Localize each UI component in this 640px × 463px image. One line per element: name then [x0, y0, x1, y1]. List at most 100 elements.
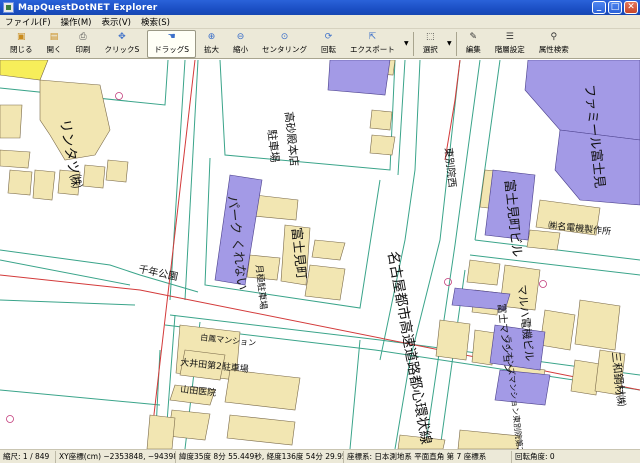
road-edge	[397, 60, 406, 176]
scale-readout: 縮尺: 1 / 849	[0, 450, 56, 463]
rotate-label: 回転	[321, 45, 337, 54]
toolbar-separator	[412, 31, 414, 56]
print-button[interactable]: ⎙ 印刷	[70, 30, 97, 58]
rotation-readout: 回転角度: 0	[515, 452, 555, 461]
export-dropdown-icon[interactable]: ▼	[403, 30, 410, 58]
zoom-out-label: 縮小	[233, 45, 249, 54]
layer-settings-label: 階層設定	[494, 45, 525, 54]
building-block	[0, 149, 31, 169]
select-dropdown-icon[interactable]: ▼	[446, 30, 453, 58]
building-block	[304, 264, 346, 301]
menu-file[interactable]: ファイル(F)	[0, 16, 56, 28]
road-edge	[184, 60, 199, 301]
close-button[interactable]: ✕	[624, 1, 638, 14]
building-purple	[494, 369, 551, 406]
drag-select-label: ドラッグS	[154, 45, 190, 54]
road-edge	[0, 389, 161, 406]
select-icon: ⬚	[426, 32, 435, 42]
printer-icon: ⎙	[79, 32, 87, 42]
menu-view[interactable]: 表示(V)	[97, 16, 136, 28]
zoom-in-label: 拡大	[204, 45, 220, 54]
building-block	[574, 299, 621, 351]
building-block	[82, 164, 106, 189]
menu-search[interactable]: 検索(S)	[136, 16, 175, 28]
crs-readout: 座標系: 日本測地系 平面直角 第 7 座標系	[344, 450, 512, 463]
highlight-block	[0, 60, 49, 81]
poi-marker	[539, 280, 547, 288]
select-label: 選択	[422, 45, 438, 54]
click-select-icon: ✥	[118, 32, 126, 42]
attribute-search-button[interactable]: ⚲ 属性検索	[533, 30, 575, 58]
layer-settings-button[interactable]: ☰ 階層設定	[489, 30, 531, 58]
attribute-search-icon: ⚲	[550, 32, 558, 42]
open-file-button[interactable]: ▤ 開く	[41, 30, 68, 58]
title-bar: MapQuestDotNET Explorer _ □ ✕	[0, 0, 640, 15]
building-block	[369, 134, 396, 156]
app-icon	[3, 2, 14, 13]
edit-button[interactable]: ✎ 編集	[460, 30, 487, 58]
hand-drag-icon: ☚	[167, 32, 176, 42]
road-edge	[394, 60, 461, 449]
edit-label: 編集	[465, 45, 481, 54]
xy-readout: XY座標(cm) −2353848, −9439873	[56, 450, 176, 463]
menu-operation[interactable]: 操作(M)	[56, 16, 97, 28]
rotate-button[interactable]: ⟳ 回転	[315, 30, 342, 58]
select-button[interactable]: ⬚ 選択	[417, 30, 444, 58]
export-label: エクスポート	[350, 45, 395, 54]
building-block	[252, 194, 299, 221]
toolbar: ▣ 閉じる ▤ 開く ⎙ 印刷 ✥ クリックS ☚ ドラッグS ⊕ 拡大 ⊖ 縮…	[0, 29, 640, 59]
building-block	[226, 414, 296, 446]
zoom-in-button[interactable]: ⊕ 拡大	[198, 30, 225, 58]
status-bar: 縮尺: 1 / 849 XY座標(cm) −2353848, −9439873 …	[0, 449, 640, 463]
map-canvas[interactable]: リンタツ㈱ ファミール富士見 高砂殿本店 駐車場 富士見町ビル 東別院西 名古屋…	[0, 60, 640, 449]
map-svg[interactable]: リンタツ㈱ ファミール富士見 高砂殿本店 駐車場 富士見町ビル 東別院西 名古屋…	[0, 60, 640, 449]
window-title: MapQuestDotNET Explorer	[18, 2, 158, 13]
building-block	[369, 109, 393, 131]
poi-marker	[6, 415, 14, 423]
building-block	[0, 104, 23, 139]
maximize-button[interactable]: □	[608, 1, 622, 14]
minimize-button[interactable]: _	[592, 1, 606, 14]
building-block	[539, 309, 576, 351]
zoom-out-button[interactable]: ⊖ 縮小	[227, 30, 254, 58]
label-sanwa: 三和鋼材㈱	[609, 351, 629, 407]
close-file-label: 閉じる	[10, 45, 33, 54]
building-block	[435, 319, 471, 361]
toolbar-separator	[455, 31, 457, 56]
click-select-button[interactable]: ✥ クリックS	[99, 30, 146, 58]
building-block	[311, 239, 346, 261]
road-edge	[0, 299, 136, 306]
building-block	[457, 429, 521, 449]
rotate-icon: ⟳	[324, 32, 333, 42]
drag-select-button[interactable]: ☚ ドラッグS	[147, 29, 197, 58]
click-select-label: クリックS	[104, 45, 140, 54]
building-purple	[327, 60, 391, 96]
poi-marker	[115, 92, 123, 100]
building-block	[224, 369, 301, 411]
open-file-label: 開く	[46, 45, 62, 54]
poi-marker	[444, 278, 452, 286]
label-takasago: 高砂殿本店	[282, 111, 302, 167]
folder-close-icon: ▣	[16, 32, 26, 42]
attribute-search-label: 属性検索	[538, 45, 569, 54]
window-controls: _ □ ✕	[592, 1, 638, 14]
building-block	[32, 169, 56, 201]
center-icon: ⊙	[280, 32, 289, 42]
label-higashibetsuin: 東別院西	[442, 147, 459, 188]
center-button[interactable]: ⊙ センタリング	[256, 30, 313, 58]
building-purple	[524, 60, 640, 141]
print-label: 印刷	[75, 45, 91, 54]
export-icon: ⇱	[368, 32, 377, 42]
building-block	[7, 169, 33, 196]
road-edge	[424, 60, 481, 449]
export-button[interactable]: ⇱ エクスポート	[344, 30, 401, 58]
road-edge	[169, 60, 186, 301]
close-file-button[interactable]: ▣ 閉じる	[4, 30, 39, 58]
building-block	[146, 414, 176, 449]
label-takasago-parking: 駐車場	[265, 129, 282, 163]
edit-icon: ✎	[469, 32, 478, 42]
zoom-in-icon: ⊕	[207, 32, 216, 42]
latlon-readout: 緯度35度 8分 55.449秒, 経度136度 54分 29.958秒	[176, 450, 344, 463]
menu-bar: ファイル(F) 操作(M) 表示(V) 検索(S)	[0, 15, 640, 29]
building-block	[105, 159, 129, 183]
